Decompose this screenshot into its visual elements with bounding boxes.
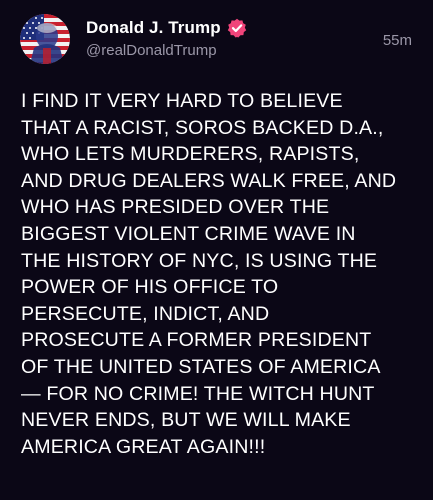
post-body-text: I FIND IT VERY HARD TO BELIEVE THAT A RA… — [21, 90, 397, 458]
post-header: Donald J. Trump @realDonaldTrump 55m — [20, 14, 415, 64]
post-timestamp[interactable]: 55m — [383, 32, 412, 49]
author-handle[interactable]: @realDonaldTrump — [86, 42, 247, 59]
american-flag-portrait-icon — [20, 14, 70, 64]
author-info: Donald J. Trump @realDonaldTrump — [86, 16, 247, 59]
avatar[interactable] — [20, 14, 70, 64]
verified-badge-icon — [227, 18, 247, 38]
display-name-row: Donald J. Trump — [86, 16, 247, 40]
display-name[interactable]: Donald J. Trump — [86, 18, 221, 38]
post-card: Donald J. Trump @realDonaldTrump 55m I F… — [0, 0, 433, 500]
